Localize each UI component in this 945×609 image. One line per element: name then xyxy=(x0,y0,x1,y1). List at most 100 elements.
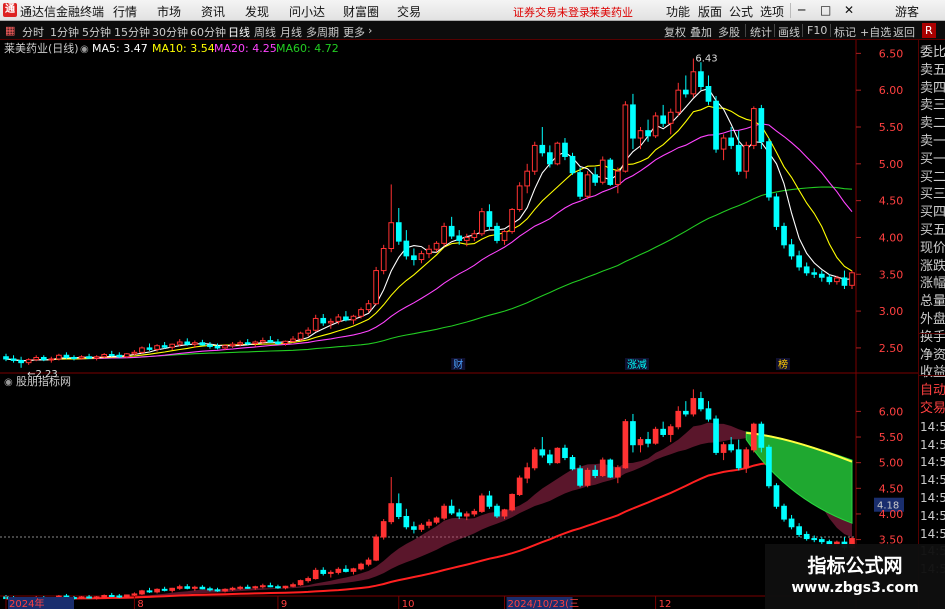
right-panel-item[interactable]: 涨跌 xyxy=(920,258,945,276)
right-panel-item[interactable]: 买五 xyxy=(920,222,945,240)
right-panel-item[interactable]: 买一 xyxy=(920,151,945,169)
close-button[interactable]: ✕ xyxy=(844,3,854,17)
sub-candle-body xyxy=(176,586,183,589)
candle-body xyxy=(108,354,115,357)
period-daily[interactable]: 日线 xyxy=(228,24,250,40)
period-30min[interactable]: 30分钟 xyxy=(152,24,188,40)
tool-fuquan[interactable]: 复权 xyxy=(664,24,686,40)
grid-icon[interactable]: ▦ xyxy=(5,24,15,37)
right-panel-item[interactable]: 卖二 xyxy=(920,115,945,133)
right-panel-item[interactable]: 14:56 xyxy=(920,418,945,436)
right-panel-item[interactable]: 自动 xyxy=(920,382,945,400)
right-panel-item[interactable]: 14:56 xyxy=(920,507,945,525)
candle-body xyxy=(388,222,395,250)
watermark-title: 指标公式网 xyxy=(807,555,903,577)
period-60min[interactable]: 60分钟 xyxy=(190,24,226,40)
candle-body xyxy=(667,111,674,124)
menu-wenxiaoda[interactable]: 问小达 xyxy=(289,3,325,20)
period-toolbar: ▦ 分时 1分钟 5分钟 15分钟 30分钟 60分钟 日线 周线 月线 多周期… xyxy=(0,21,945,40)
tool-tongji[interactable]: 统计 xyxy=(750,24,772,40)
right-panel-item[interactable]: 买二 xyxy=(920,169,945,187)
menu-gongneng[interactable]: 功能 xyxy=(666,3,690,20)
right-panel-item[interactable]: 交易 xyxy=(920,400,945,418)
tool-f10[interactable]: F10 xyxy=(807,24,827,37)
right-panel-item[interactable]: 买四 xyxy=(920,204,945,222)
tool-back[interactable]: 返回 xyxy=(893,24,915,40)
sub-candle-body xyxy=(441,505,447,519)
period-5min[interactable]: 5分钟 xyxy=(82,24,111,40)
right-panel-item[interactable]: 总量 xyxy=(920,293,945,311)
candle-body xyxy=(471,233,478,238)
candle-body xyxy=(290,338,296,342)
right-panel-item[interactable]: 委比 xyxy=(920,44,945,62)
menu-shichang[interactable]: 市场 xyxy=(157,3,181,20)
candle-body xyxy=(509,208,515,233)
right-panel-item[interactable]: 卖一 xyxy=(920,133,945,151)
tool-huaxian[interactable]: 画线 xyxy=(778,24,800,40)
kline-chart[interactable]: 4.18 6.506.005.505.004.504.003.503.002.5… xyxy=(0,40,918,609)
menu-caifuquan[interactable]: 财富圈 xyxy=(343,3,379,20)
sub-candle-body xyxy=(607,459,614,478)
event-tag[interactable]: 涨减 xyxy=(627,359,647,371)
menu-banmian[interactable]: 版面 xyxy=(698,3,722,20)
period-multi[interactable]: 多周期 xyxy=(306,24,339,40)
maximize-button[interactable]: □ xyxy=(820,3,831,17)
sub-candle xyxy=(766,444,772,489)
event-tag[interactable]: 财 xyxy=(453,358,463,371)
sub-candle-body xyxy=(169,587,176,591)
right-panel-item[interactable]: 换手 xyxy=(920,329,945,347)
right-panel-item[interactable]: 卖三 xyxy=(920,97,945,115)
sub-toggle-icon[interactable]: ◉ xyxy=(4,377,13,388)
sub-candle-body xyxy=(622,421,629,469)
menu-faxian[interactable]: 发现 xyxy=(245,3,269,20)
right-panel-item[interactable]: 14:56 xyxy=(920,453,945,471)
right-panel-item[interactable]: 外盘 xyxy=(920,311,945,329)
sub-tick-label: 5.50 xyxy=(879,431,904,444)
right-panel-item[interactable]: 14:56 xyxy=(920,525,945,543)
tool-duogu[interactable]: 多股 xyxy=(718,24,740,40)
tool-add-watchlist[interactable]: +自选 xyxy=(860,24,891,40)
right-panel-item[interactable]: 收益 xyxy=(920,364,945,382)
right-panel-item[interactable]: 涨幅 xyxy=(920,275,945,293)
right-panel-item[interactable]: 现价 xyxy=(920,240,945,258)
event-tag[interactable]: 榜 xyxy=(778,358,788,371)
sub-candle-body xyxy=(766,446,772,487)
period-weekly[interactable]: 周线 xyxy=(254,24,276,40)
sub-candle xyxy=(101,594,108,599)
menu-zixun[interactable]: 资讯 xyxy=(201,3,225,20)
right-panel-item[interactable]: 14:56 xyxy=(920,471,945,489)
low-price-marker: ←2.23 xyxy=(27,369,58,380)
guest-label[interactable]: 游客 xyxy=(895,3,919,20)
menu-gongshi[interactable]: 公式 xyxy=(729,3,753,20)
candle-body xyxy=(547,152,553,165)
period-1min[interactable]: 1分钟 xyxy=(50,24,79,40)
menu-jiaoyi[interactable]: 交易 xyxy=(397,3,421,20)
right-panel-item[interactable]: 14:56 xyxy=(920,489,945,507)
trade-login-notice[interactable]: 证券交易未登录 xyxy=(513,4,590,20)
sub-candle-body xyxy=(630,421,636,446)
ma-toggle-icon[interactable]: ◉ xyxy=(80,44,89,55)
right-panel-item[interactable]: 买三 xyxy=(920,186,945,204)
sub-candle-body xyxy=(86,596,92,599)
chevron-right-icon[interactable]: › xyxy=(368,24,372,37)
period-monthly[interactable]: 月线 xyxy=(280,24,302,40)
period-more[interactable]: 更多 xyxy=(343,24,365,40)
right-panel-toggle-button[interactable]: R xyxy=(922,23,936,38)
sub-candle xyxy=(441,503,447,521)
price-tick-label: 6.50 xyxy=(879,47,904,60)
minimize-button[interactable]: ─ xyxy=(798,3,805,17)
right-panel-item[interactable]: 卖四 xyxy=(920,80,945,98)
right-panel-item[interactable]: 14:56 xyxy=(920,436,945,454)
tool-biaoji[interactable]: 标记 xyxy=(834,24,856,40)
period-fenshi[interactable]: 分时 xyxy=(22,24,44,40)
menu-xuanxiang[interactable]: 选项 xyxy=(760,3,784,20)
period-15min[interactable]: 15分钟 xyxy=(114,24,150,40)
price-tick-label: 5.50 xyxy=(879,121,904,134)
sub-candle-body xyxy=(101,594,108,598)
menu-hangqing[interactable]: 行情 xyxy=(113,3,137,20)
right-panel-item[interactable]: 卖五 xyxy=(920,62,945,80)
sub-candle-body xyxy=(131,593,138,596)
right-panel-item[interactable]: 净资 xyxy=(920,347,945,365)
sub-candle-body xyxy=(690,398,697,415)
tool-diejia[interactable]: 叠加 xyxy=(690,24,712,40)
